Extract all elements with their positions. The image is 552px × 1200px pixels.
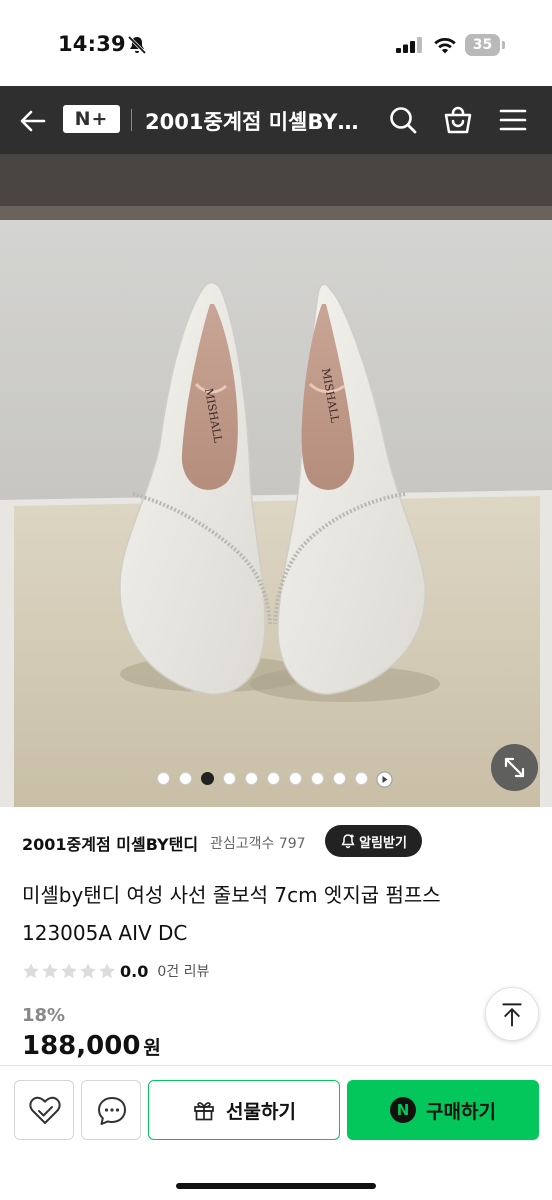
gift-label: 선물하기 bbox=[226, 1100, 296, 1123]
store-info-row: 2001중계점 미셸BY탠디 관심고객수 797 알림받기 bbox=[22, 825, 532, 859]
status-time: 14:39 bbox=[58, 32, 126, 56]
carousel-dot[interactable] bbox=[245, 772, 258, 785]
carousel-dot[interactable] bbox=[311, 772, 324, 785]
product-photo: MISHALL MISHALL bbox=[0, 154, 552, 807]
menu-icon[interactable] bbox=[497, 104, 529, 136]
rating-value: 0.0 bbox=[120, 961, 149, 981]
heart-check-icon bbox=[29, 1096, 61, 1124]
scroll-top-icon[interactable] bbox=[485, 987, 539, 1041]
expand-icon[interactable] bbox=[491, 744, 538, 791]
naver-plus-logo[interactable]: N+ bbox=[63, 105, 120, 133]
carousel-dots bbox=[0, 771, 552, 788]
carousel-dot[interactable] bbox=[333, 772, 346, 785]
naver-pay-badge: N bbox=[390, 1097, 417, 1123]
home-indicator bbox=[176, 1183, 376, 1189]
nav-divider bbox=[131, 109, 132, 131]
signal-icon bbox=[396, 37, 422, 53]
shopping-bag-icon[interactable] bbox=[442, 104, 474, 136]
product-title: 미셸by탠디 여성 사선 줄보석 7cm 엣지굽 펌프스 123005A AIV… bbox=[22, 883, 441, 945]
battery-level: 35 bbox=[472, 37, 493, 53]
star-icon bbox=[42, 963, 58, 979]
talk-button[interactable] bbox=[81, 1080, 141, 1140]
gift-icon bbox=[194, 1102, 214, 1121]
search-icon[interactable] bbox=[387, 104, 419, 136]
buy-button[interactable]: N 구매하기 bbox=[347, 1080, 539, 1140]
carousel-dot[interactable] bbox=[355, 772, 368, 785]
back-arrow-icon[interactable] bbox=[18, 106, 48, 136]
battery-indicator: 35 bbox=[465, 34, 505, 56]
interest-count: 관심고객수 797 bbox=[210, 836, 306, 852]
carousel-dot[interactable] bbox=[179, 772, 192, 785]
wishlist-button[interactable] bbox=[14, 1080, 74, 1140]
video-play-icon[interactable] bbox=[376, 771, 393, 788]
store-name[interactable]: 2001중계점 미셸BY탠디 bbox=[22, 831, 198, 855]
status-bar: 14:39 35 bbox=[0, 0, 552, 86]
price-currency: 원 bbox=[143, 1037, 161, 1059]
carousel-dot-active[interactable] bbox=[201, 772, 214, 785]
wifi-icon bbox=[434, 38, 456, 54]
star-icon bbox=[99, 963, 115, 979]
star-rating bbox=[22, 962, 116, 980]
star-icon bbox=[61, 963, 77, 979]
price-row: 188,000 원 bbox=[22, 1031, 161, 1065]
chat-bubble-icon bbox=[98, 1097, 126, 1125]
header-store-title[interactable]: 2001중계점 미셸BY탠디 bbox=[145, 106, 360, 136]
rating-row[interactable]: 0.0 0건 리뷰 bbox=[22, 959, 209, 983]
product-image-carousel[interactable]: MISHALL MISHALL bbox=[0, 154, 552, 807]
carousel-dot[interactable] bbox=[289, 772, 302, 785]
bell-off-icon bbox=[127, 35, 147, 55]
review-count[interactable]: 0건 리뷰 bbox=[157, 961, 209, 981]
buy-label: 구매하기 bbox=[426, 1100, 496, 1123]
carousel-dot[interactable] bbox=[223, 772, 236, 785]
alarm-label: 알림받기 bbox=[359, 835, 407, 851]
top-nav: N+ 2001중계점 미셸BY탠디 bbox=[0, 86, 552, 154]
star-icon bbox=[23, 963, 39, 979]
carousel-dot[interactable] bbox=[267, 772, 280, 785]
star-icon bbox=[80, 963, 96, 979]
battery-cap bbox=[502, 41, 505, 49]
carousel-dot[interactable] bbox=[157, 772, 170, 785]
price-value: 188,000 bbox=[22, 1031, 141, 1061]
gift-button[interactable]: 선물하기 bbox=[148, 1080, 340, 1140]
discount-rate: 18% bbox=[22, 1005, 66, 1026]
bell-plus-icon bbox=[341, 834, 355, 849]
bottom-action-bar: 선물하기 N 구매하기 bbox=[0, 1065, 552, 1200]
alarm-subscribe-button[interactable]: 알림받기 bbox=[325, 825, 422, 857]
